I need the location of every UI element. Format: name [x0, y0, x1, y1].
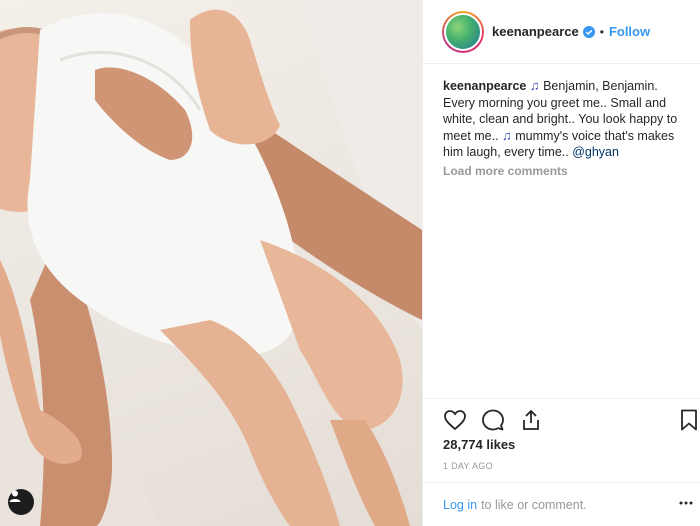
post-header: keenanpearce • Follow — [423, 0, 700, 64]
instagram-post: keenanpearce • Follow keenanpearce ♫ Ben… — [0, 0, 700, 526]
action-icons — [443, 408, 543, 432]
avatar[interactable] — [442, 10, 484, 53]
music-note-icon: ♫ — [529, 78, 540, 93]
more-dots-icon[interactable] — [679, 496, 693, 510]
login-link[interactable]: Log in — [443, 498, 477, 512]
share-icon[interactable] — [519, 408, 543, 432]
separator-dot: • — [599, 24, 604, 39]
post-caption: keenanpearce ♫ Benjamin, Benjamin. Every… — [443, 78, 683, 161]
verified-badge-icon — [582, 25, 595, 38]
music-note-icon: ♫ — [502, 127, 512, 143]
username-link[interactable]: keenanpearce — [492, 24, 579, 39]
load-more-comments-button[interactable]: Load more comments — [443, 164, 568, 178]
mention-link[interactable]: @ghyan — [572, 145, 619, 159]
post-date[interactable]: 1 DAY AGO — [443, 461, 493, 471]
likes-count[interactable]: 28,774 likes — [443, 437, 515, 452]
heart-icon[interactable] — [443, 408, 467, 432]
login-prompt-text: to like or comment. — [481, 497, 587, 512]
baby-photo-illustration — [0, 0, 422, 526]
user-tag-icon[interactable] — [8, 489, 34, 515]
bookmark-icon[interactable] — [677, 408, 700, 432]
caption-username[interactable]: keenanpearce — [443, 79, 526, 93]
post-side-panel: keenanpearce • Follow keenanpearce ♫ Ben… — [422, 0, 700, 526]
comment-icon[interactable] — [481, 408, 505, 432]
actions-divider — [423, 398, 700, 399]
follow-button[interactable]: Follow — [609, 24, 650, 39]
login-footer: Log in to like or comment. — [423, 482, 700, 526]
post-photo[interactable] — [0, 0, 422, 526]
